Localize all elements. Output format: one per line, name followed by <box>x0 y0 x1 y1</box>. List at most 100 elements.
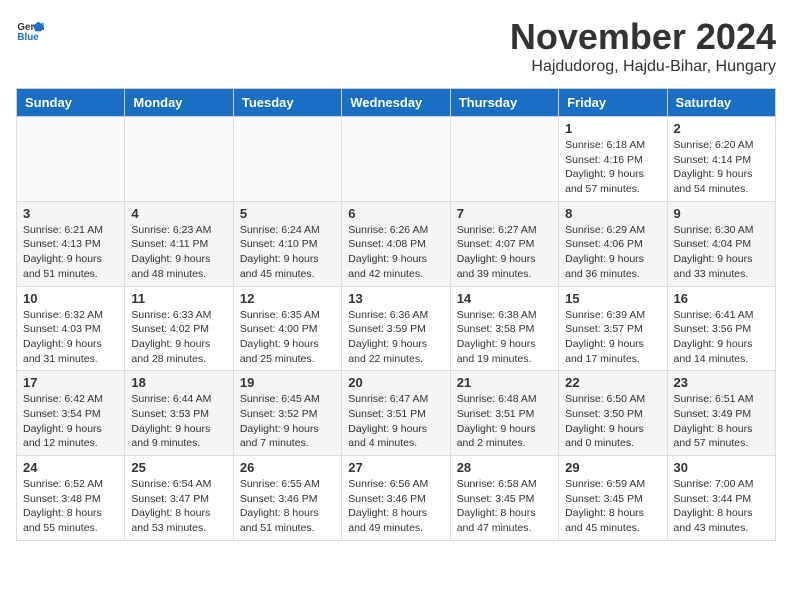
day-header-tuesday: Tuesday <box>233 89 341 117</box>
day-info: Sunrise: 6:44 AM Sunset: 3:53 PM Dayligh… <box>131 392 226 451</box>
week-row-1: 3 Sunrise: 6:21 AM Sunset: 4:13 PM Daylig… <box>17 201 776 286</box>
day-info: Sunrise: 6:26 AM Sunset: 4:08 PM Dayligh… <box>348 223 443 282</box>
day-info: Sunrise: 6:36 AM Sunset: 3:59 PM Dayligh… <box>348 308 443 367</box>
day-number: 28 <box>457 460 552 475</box>
calendar-cell: 27Sunrise: 6:56 AM Sunset: 3:46 PM Dayli… <box>342 456 450 541</box>
week-row-3: 17Sunrise: 6:42 AM Sunset: 3:54 PM Dayli… <box>17 371 776 456</box>
day-info: Sunrise: 6:18 AM Sunset: 4:16 PM Dayligh… <box>565 138 660 197</box>
calendar-cell <box>233 117 341 202</box>
calendar-cell: 2 Sunrise: 6:20 AM Sunset: 4:14 PM Daylig… <box>667 117 775 202</box>
logo-icon: General Blue <box>16 16 44 44</box>
day-number: 19 <box>240 375 335 390</box>
calendar-cell: 10 Sunrise: 6:32 AM Sunset: 4:03 PM Dayli… <box>17 286 125 371</box>
calendar-cell: 17Sunrise: 6:42 AM Sunset: 3:54 PM Dayli… <box>17 371 125 456</box>
day-header-sunday: Sunday <box>17 89 125 117</box>
day-info: Sunrise: 7:00 AM Sunset: 3:44 PM Dayligh… <box>674 477 769 536</box>
day-number: 18 <box>131 375 226 390</box>
day-info: Sunrise: 6:24 AM Sunset: 4:10 PM Dayligh… <box>240 223 335 282</box>
day-info: Sunrise: 6:20 AM Sunset: 4:14 PM Dayligh… <box>674 138 769 197</box>
day-number: 10 <box>23 291 118 306</box>
calendar-cell: 14 Sunrise: 6:38 AM Sunset: 3:58 PM Dayli… <box>450 286 558 371</box>
day-info: Sunrise: 6:58 AM Sunset: 3:45 PM Dayligh… <box>457 477 552 536</box>
svg-text:Blue: Blue <box>17 32 39 43</box>
calendar-cell: 4Sunrise: 6:23 AM Sunset: 4:11 PM Daylig… <box>125 201 233 286</box>
day-number: 4 <box>131 206 226 221</box>
calendar-cell: 22 Sunrise: 6:50 AM Sunset: 3:50 PM Dayli… <box>559 371 667 456</box>
day-number: 7 <box>457 206 552 221</box>
calendar-cell: 7 Sunrise: 6:27 AM Sunset: 4:07 PM Daylig… <box>450 201 558 286</box>
day-info: Sunrise: 6:35 AM Sunset: 4:00 PM Dayligh… <box>240 308 335 367</box>
day-info: Sunrise: 6:38 AM Sunset: 3:58 PM Dayligh… <box>457 308 552 367</box>
day-number: 21 <box>457 375 552 390</box>
day-info: Sunrise: 6:50 AM Sunset: 3:50 PM Dayligh… <box>565 392 660 451</box>
day-number: 25 <box>131 460 226 475</box>
day-header-monday: Monday <box>125 89 233 117</box>
calendar-cell: 29 Sunrise: 6:59 AM Sunset: 3:45 PM Dayli… <box>559 456 667 541</box>
day-number: 2 <box>674 121 769 136</box>
week-row-2: 10 Sunrise: 6:32 AM Sunset: 4:03 PM Dayli… <box>17 286 776 371</box>
calendar-cell: 8 Sunrise: 6:29 AM Sunset: 4:06 PM Daylig… <box>559 201 667 286</box>
day-info: Sunrise: 6:39 AM Sunset: 3:57 PM Dayligh… <box>565 308 660 367</box>
calendar-cell: 3 Sunrise: 6:21 AM Sunset: 4:13 PM Daylig… <box>17 201 125 286</box>
header-row: SundayMondayTuesdayWednesdayThursdayFrid… <box>17 89 776 117</box>
title-area: November 2024 Hajdudorog, Hajdu-Bihar, H… <box>510 16 776 76</box>
day-info: Sunrise: 6:41 AM Sunset: 3:56 PM Dayligh… <box>674 308 769 367</box>
day-number: 6 <box>348 206 443 221</box>
day-info: Sunrise: 6:59 AM Sunset: 3:45 PM Dayligh… <box>565 477 660 536</box>
week-row-0: 1 Sunrise: 6:18 AM Sunset: 4:16 PM Daylig… <box>17 117 776 202</box>
calendar-cell: 5 Sunrise: 6:24 AM Sunset: 4:10 PM Daylig… <box>233 201 341 286</box>
month-title: November 2024 <box>510 16 776 58</box>
calendar-cell: 16Sunrise: 6:41 AM Sunset: 3:56 PM Dayli… <box>667 286 775 371</box>
day-number: 22 <box>565 375 660 390</box>
day-info: Sunrise: 6:30 AM Sunset: 4:04 PM Dayligh… <box>674 223 769 282</box>
day-number: 23 <box>674 375 769 390</box>
day-info: Sunrise: 6:47 AM Sunset: 3:51 PM Dayligh… <box>348 392 443 451</box>
calendar-cell: 21 Sunrise: 6:48 AM Sunset: 3:51 PM Dayli… <box>450 371 558 456</box>
day-header-thursday: Thursday <box>450 89 558 117</box>
day-number: 9 <box>674 206 769 221</box>
day-info: Sunrise: 6:21 AM Sunset: 4:13 PM Dayligh… <box>23 223 118 282</box>
calendar-cell <box>17 117 125 202</box>
day-number: 5 <box>240 206 335 221</box>
day-info: Sunrise: 6:42 AM Sunset: 3:54 PM Dayligh… <box>23 392 118 451</box>
logo: General Blue <box>16 16 44 44</box>
calendar-cell: 9 Sunrise: 6:30 AM Sunset: 4:04 PM Daylig… <box>667 201 775 286</box>
calendar-cell: 24 Sunrise: 6:52 AM Sunset: 3:48 PM Dayli… <box>17 456 125 541</box>
calendar-cell: 1 Sunrise: 6:18 AM Sunset: 4:16 PM Daylig… <box>559 117 667 202</box>
calendar-cell: 12 Sunrise: 6:35 AM Sunset: 4:00 PM Dayli… <box>233 286 341 371</box>
day-number: 3 <box>23 206 118 221</box>
day-number: 11 <box>131 291 226 306</box>
calendar-cell: 6 Sunrise: 6:26 AM Sunset: 4:08 PM Daylig… <box>342 201 450 286</box>
day-number: 24 <box>23 460 118 475</box>
calendar-cell: 25 Sunrise: 6:54 AM Sunset: 3:47 PM Dayli… <box>125 456 233 541</box>
day-number: 12 <box>240 291 335 306</box>
day-number: 13 <box>348 291 443 306</box>
day-header-wednesday: Wednesday <box>342 89 450 117</box>
day-number: 8 <box>565 206 660 221</box>
day-info: Sunrise: 6:54 AM Sunset: 3:47 PM Dayligh… <box>131 477 226 536</box>
day-info: Sunrise: 6:52 AM Sunset: 3:48 PM Dayligh… <box>23 477 118 536</box>
location-title: Hajdudorog, Hajdu-Bihar, Hungary <box>510 58 776 76</box>
day-number: 26 <box>240 460 335 475</box>
day-info: Sunrise: 6:45 AM Sunset: 3:52 PM Dayligh… <box>240 392 335 451</box>
calendar-cell: 23 Sunrise: 6:51 AM Sunset: 3:49 PM Dayli… <box>667 371 775 456</box>
day-info: Sunrise: 6:51 AM Sunset: 3:49 PM Dayligh… <box>674 392 769 451</box>
day-number: 15 <box>565 291 660 306</box>
calendar-cell: 18 Sunrise: 6:44 AM Sunset: 3:53 PM Dayli… <box>125 371 233 456</box>
calendar-cell: 26 Sunrise: 6:55 AM Sunset: 3:46 PM Dayli… <box>233 456 341 541</box>
day-info: Sunrise: 6:27 AM Sunset: 4:07 PM Dayligh… <box>457 223 552 282</box>
day-number: 14 <box>457 291 552 306</box>
calendar-cell: 20Sunrise: 6:47 AM Sunset: 3:51 PM Dayli… <box>342 371 450 456</box>
day-header-saturday: Saturday <box>667 89 775 117</box>
day-number: 30 <box>674 460 769 475</box>
day-info: Sunrise: 6:55 AM Sunset: 3:46 PM Dayligh… <box>240 477 335 536</box>
day-info: Sunrise: 6:32 AM Sunset: 4:03 PM Dayligh… <box>23 308 118 367</box>
day-number: 1 <box>565 121 660 136</box>
day-info: Sunrise: 6:29 AM Sunset: 4:06 PM Dayligh… <box>565 223 660 282</box>
day-header-friday: Friday <box>559 89 667 117</box>
day-info: Sunrise: 6:48 AM Sunset: 3:51 PM Dayligh… <box>457 392 552 451</box>
header: General Blue November 2024 Hajdudorog, H… <box>16 16 776 76</box>
day-number: 29 <box>565 460 660 475</box>
day-info: Sunrise: 6:33 AM Sunset: 4:02 PM Dayligh… <box>131 308 226 367</box>
calendar-table: SundayMondayTuesdayWednesdayThursdayFrid… <box>16 88 776 541</box>
